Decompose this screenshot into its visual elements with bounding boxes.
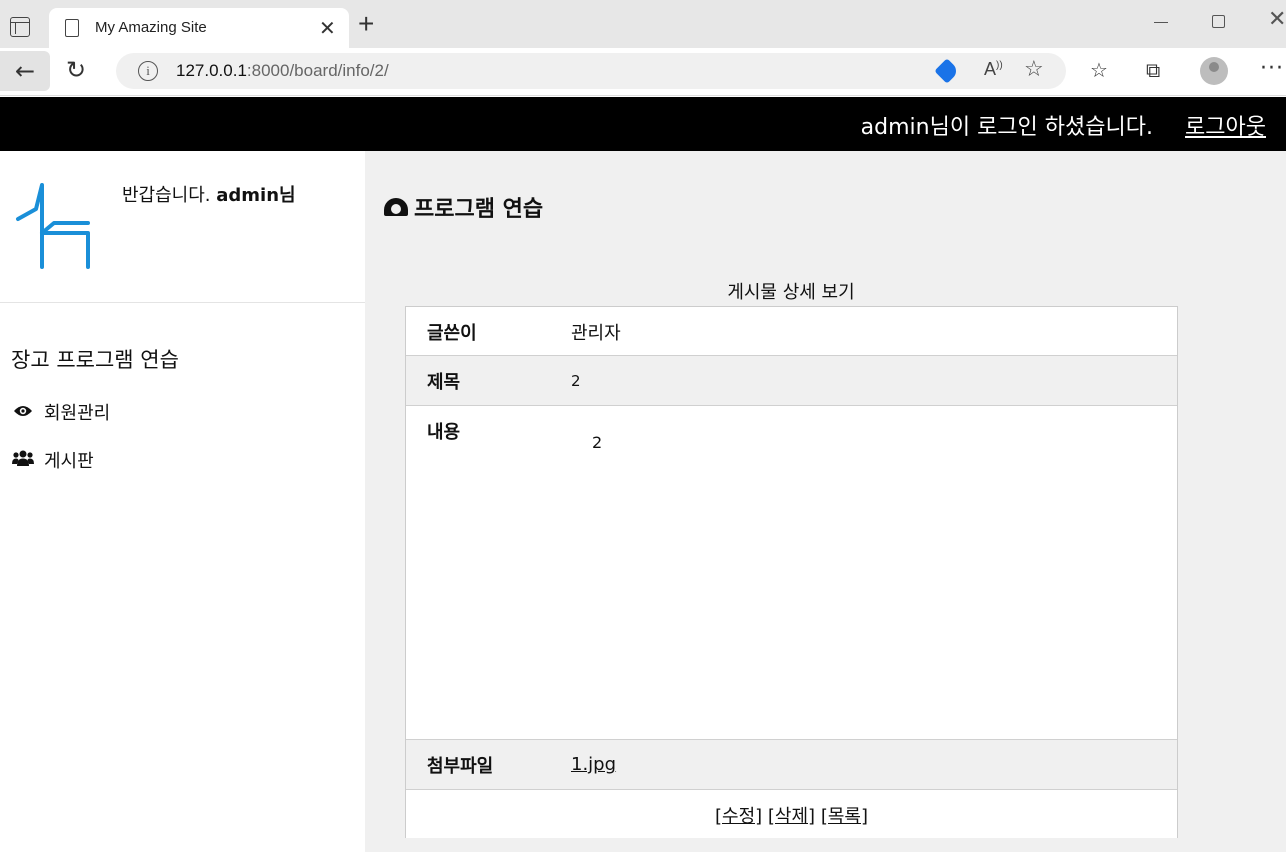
table-row-actions: [수정] [삭제] [목록] — [406, 790, 1177, 838]
dashboard-icon — [384, 198, 408, 216]
browser-tab-bar: My Amazing Site ✕ + ✕ — [0, 0, 1286, 48]
users-icon — [12, 450, 34, 471]
sidebar: 반갑습니다. admin님 장고 프로그램 연습 회원관리 게시판 — [0, 151, 365, 852]
add-favorite-icon[interactable]: ☆ — [1024, 57, 1044, 82]
site-header: admin님이 로그인 하셨습니다. 로그아웃 — [0, 97, 1286, 151]
sidebar-divider — [0, 302, 365, 303]
logo — [16, 183, 90, 269]
table-row-title: 제목 2 — [406, 356, 1177, 406]
page-title-text: 프로그램 연습 — [414, 197, 544, 222]
page-icon — [65, 19, 79, 37]
url-host: 127.0.0.1 — [176, 61, 247, 80]
row-label: 첨부파일 — [427, 756, 494, 777]
attachment-link[interactable]: 1.jpg — [571, 754, 616, 775]
list-link[interactable]: [목록] — [821, 806, 868, 827]
sidebar-item-label: 회원관리 — [44, 403, 111, 424]
shopping-tag-icon[interactable] — [934, 58, 960, 84]
collections-icon[interactable]: ⧉ — [1146, 58, 1160, 82]
delete-link[interactable]: [삭제] — [768, 806, 815, 827]
reload-icon[interactable]: ↻ — [66, 56, 86, 84]
site-info-icon[interactable]: i — [138, 61, 158, 81]
row-label: 내용 — [427, 422, 461, 443]
profile-avatar[interactable] — [1200, 57, 1228, 85]
tab-title: My Amazing Site — [95, 19, 207, 36]
url-text[interactable]: 127.0.0.1:8000/board/info/2/ — [176, 61, 389, 81]
greeting-prefix: 반갑습니다. — [122, 185, 211, 206]
row-label: 제목 — [427, 372, 461, 393]
table-row-attachment: 첨부파일 1.jpg — [406, 740, 1177, 790]
sidebar-title: 장고 프로그램 연습 — [11, 348, 179, 372]
sidebar-item-label: 게시판 — [44, 451, 94, 472]
row-value: 2 — [592, 433, 603, 452]
greeting-user: admin님 — [216, 185, 296, 206]
tab-actions-icon[interactable] — [10, 17, 30, 37]
row-value: 2 — [571, 372, 581, 390]
maximize-icon[interactable] — [1212, 15, 1225, 28]
back-icon[interactable]: ← — [0, 51, 50, 91]
greeting: 반갑습니다. admin님 — [122, 181, 296, 207]
browser-tab[interactable]: My Amazing Site ✕ — [49, 8, 349, 48]
row-value: 관리자 — [571, 323, 621, 344]
eye-icon — [12, 402, 34, 423]
address-bar[interactable]: i 127.0.0.1:8000/board/info/2/ A)) ☆ — [116, 53, 1066, 89]
table-caption: 게시물 상세 보기 — [727, 282, 855, 303]
new-tab-icon[interactable]: + — [358, 10, 374, 38]
main-content: 프로그램 연습 게시물 상세 보기 글쓴이 관리자 제목 2 내용 2 첨부파일… — [365, 151, 1286, 852]
close-tab-icon[interactable]: ✕ — [319, 16, 336, 41]
post-detail-table: 글쓴이 관리자 제목 2 내용 2 첨부파일 1.jpg [수정] [삭제] [… — [405, 306, 1178, 838]
url-path: :8000/board/info/2/ — [246, 61, 389, 80]
minimize-icon[interactable] — [1154, 22, 1168, 23]
logout-link[interactable]: 로그아웃 — [1185, 109, 1266, 141]
read-aloud-icon[interactable]: A)) — [984, 59, 1003, 80]
more-icon[interactable]: ··· — [1260, 56, 1284, 81]
page-title: 프로그램 연습 — [384, 191, 543, 223]
address-bar-row: ← ↻ i 127.0.0.1:8000/board/info/2/ A)) ☆… — [0, 48, 1286, 96]
sidebar-item-board[interactable]: 게시판 — [12, 447, 94, 473]
favorites-icon[interactable]: ☆ — [1090, 58, 1108, 82]
action-links: [수정] [삭제] [목록] — [406, 802, 1177, 828]
sidebar-item-members[interactable]: 회원관리 — [12, 399, 110, 425]
table-row-author: 글쓴이 관리자 — [406, 307, 1177, 356]
login-message: admin님이 로그인 하셨습니다. — [860, 115, 1153, 140]
window-close-icon[interactable]: ✕ — [1268, 6, 1286, 32]
edit-link[interactable]: [수정] — [715, 806, 762, 827]
row-label: 글쓴이 — [427, 323, 477, 344]
table-row-content: 내용 2 — [406, 406, 1177, 740]
